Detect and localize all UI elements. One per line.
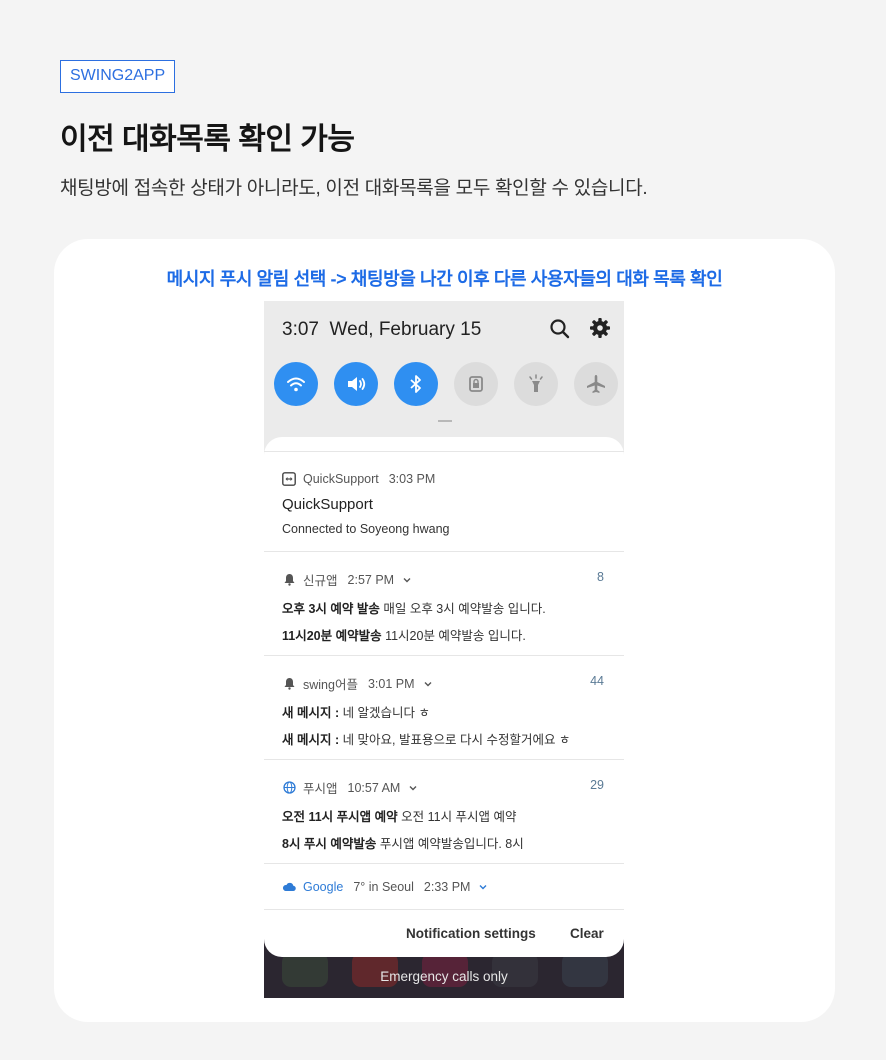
- notification-header: Google 7° in Seoul 2:33 PM: [282, 880, 488, 894]
- status-time: 3:07 Wed, February 15: [282, 319, 482, 340]
- notification-line: 새 메시지 : 네 알겠습니다 ㅎ: [282, 706, 431, 720]
- notification-header: QuickSupport 3:03 PM: [282, 472, 435, 486]
- notification-count: 8: [597, 570, 604, 584]
- wifi-toggle[interactable]: [274, 362, 318, 406]
- flashlight-toggle[interactable]: [514, 362, 558, 406]
- emergency-calls-text: Emergency calls only: [380, 969, 508, 984]
- bell-icon: [282, 573, 296, 587]
- notification-panel: QuickSupport 3:03 PM QuickSupport Connec…: [264, 437, 624, 957]
- notification-count: 29: [590, 778, 604, 792]
- notification-swingapp[interactable]: swing어플 3:01 PM 44 새 메시지 : 네 알겠습니다 ㅎ 새 메…: [264, 655, 624, 759]
- flashlight-icon: [529, 374, 543, 392]
- wifi-icon: [287, 377, 305, 392]
- gear-icon[interactable]: [588, 316, 612, 340]
- bell-icon: [282, 677, 296, 691]
- bluetooth-icon: [410, 375, 421, 393]
- notification-title: QuickSupport: [282, 496, 373, 513]
- card-caption: 메시지 푸시 알림 선택 -> 채팅방을 나간 이후 다른 사용자들의 대화 목…: [166, 269, 723, 289]
- notification-app-name: swing어플: [303, 678, 358, 692]
- notification-line: 11시20분 예약발송 11시20분 예약발송 입니다.: [282, 629, 526, 643]
- chevron-down-icon[interactable]: [423, 679, 433, 689]
- notification-line: 8시 푸시 예약발송 푸시앱 예약발송입니다. 8시: [282, 837, 524, 851]
- status-date: Wed, February 15: [329, 319, 482, 340]
- bluetooth-toggle[interactable]: [394, 362, 438, 406]
- notification-line: 오후 3시 예약 발송 매일 오후 3시 예약발송 입니다.: [282, 602, 546, 616]
- notification-google[interactable]: Google 7° in Seoul 2:33 PM: [264, 863, 624, 909]
- volume-icon: [348, 377, 366, 391]
- page-subtitle: 채팅방에 접속한 상태가 아니라도, 이전 대화목록을 모두 확인할 수 있습니…: [60, 178, 648, 199]
- notification-settings-button[interactable]: Notification settings: [406, 926, 536, 941]
- lock-toggle[interactable]: [454, 362, 498, 406]
- notification-app-name: 푸시앱: [303, 782, 338, 796]
- notification-header: 신규앱 2:57 PM: [282, 570, 412, 589]
- notification-pushapp[interactable]: 푸시앱 10:57 AM 29 오전 11시 푸시앱 예약 오전 11시 푸시앱…: [264, 759, 624, 863]
- notification-header: 푸시앱 10:57 AM: [282, 778, 418, 797]
- phone-screenshot: 3:07 Wed, February 15 QuickSupport 3:03 …: [264, 301, 624, 998]
- notification-quicksupport[interactable]: QuickSupport 3:03 PM QuickSupport Connec…: [264, 451, 624, 551]
- notification-header: swing어플 3:01 PM: [282, 674, 433, 693]
- notification-time: 3:03 PM: [388, 472, 436, 486]
- lock-icon: [469, 376, 483, 392]
- chevron-down-icon[interactable]: [408, 783, 418, 793]
- notification-app-name: 신규앱: [303, 574, 338, 588]
- notification-app-name: QuickSupport: [303, 472, 379, 486]
- notification-count: 44: [590, 674, 604, 688]
- notification-body: Connected to Soyeong hwang: [282, 522, 450, 536]
- notification-time: 2:33 PM: [423, 880, 471, 894]
- airplane-icon: [587, 375, 605, 393]
- volume-toggle[interactable]: [334, 362, 378, 406]
- globe-icon: [282, 781, 296, 795]
- notification-line: 오전 11시 푸시앱 예약 오전 11시 푸시앱 예약: [282, 810, 517, 824]
- drag-handle[interactable]: [438, 420, 452, 422]
- notification-time: 10:57 AM: [347, 780, 401, 795]
- app-tag: SWING2APP: [60, 60, 176, 93]
- notification-time: 2:57 PM: [347, 572, 395, 587]
- chevron-down-icon[interactable]: [478, 882, 488, 892]
- notification-app-name: Google: [303, 880, 344, 894]
- notification-footer: Notification settings Clear: [264, 909, 624, 957]
- notification-line: 새 메시지 : 네 맞아요, 발표용으로 다시 수정할거에요 ㅎ: [282, 733, 571, 747]
- chevron-down-icon[interactable]: [402, 575, 412, 585]
- airplane-toggle[interactable]: [574, 362, 618, 406]
- page-title: 이전 대화목록 확인 가능: [60, 123, 355, 156]
- clear-button[interactable]: Clear: [570, 926, 604, 941]
- notification-weather: 7° in Seoul: [353, 880, 414, 894]
- notification-time: 3:01 PM: [367, 676, 415, 691]
- search-icon[interactable]: [548, 317, 572, 341]
- cloud-icon: [282, 880, 296, 894]
- notification-sinkyuapp[interactable]: 신규앱 2:57 PM 8 오후 3시 예약 발송 매일 오후 3시 예약발송 …: [264, 551, 624, 655]
- quicksupport-icon: [282, 472, 296, 486]
